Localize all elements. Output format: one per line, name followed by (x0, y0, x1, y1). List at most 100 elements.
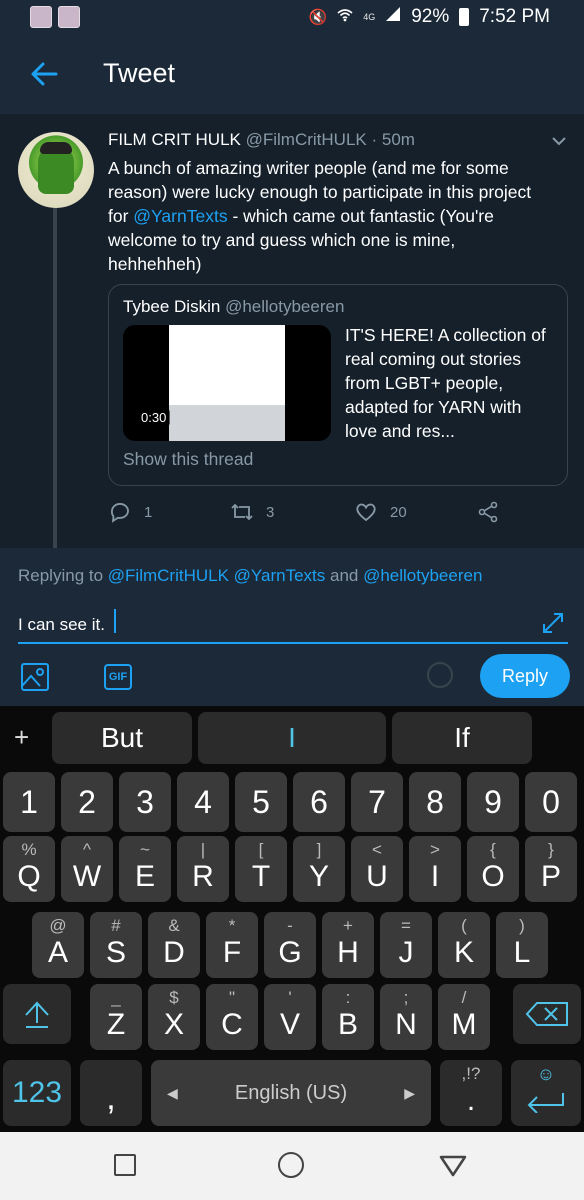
letter-key-b[interactable]: :B (322, 984, 374, 1050)
video-phone-screen (169, 325, 285, 441)
share-action[interactable] (476, 500, 500, 524)
key-secondary-label: & (168, 916, 180, 935)
suggestion-left[interactable]: But (52, 712, 192, 764)
show-thread-link[interactable]: Show this thread (123, 449, 253, 470)
shift-key[interactable] (3, 984, 71, 1044)
image-icon[interactable] (20, 662, 50, 692)
number-key-8[interactable]: 8 (409, 772, 461, 832)
key-secondary-label: @ (49, 916, 67, 935)
letter-key-a[interactable]: @ A (32, 912, 84, 978)
letter-key-q[interactable]: % Q (3, 836, 55, 902)
letter-key-y[interactable]: ] Y (293, 836, 345, 902)
like-action[interactable]: 20 (354, 500, 407, 524)
video-duration: 0:30 (137, 409, 171, 426)
replying-mention[interactable]: @FilmCritHULK (108, 566, 229, 585)
replying-and: and (325, 566, 364, 585)
retweet-action[interactable]: 3 (230, 500, 274, 524)
back-triangle-icon[interactable] (438, 1154, 468, 1178)
letter-key-e[interactable]: ~ E (119, 836, 171, 902)
quoted-tweet-header: Tybee Diskin @hellotybeeren (123, 297, 344, 317)
number-key-6[interactable]: 6 (293, 772, 345, 832)
tweet-card[interactable]: FILM CRIT HULK @FilmCritHULK · 50m A bun… (0, 114, 584, 548)
key-secondary-label: [ (258, 840, 264, 859)
keyboard: + But I If 1 2 3 4 5 6 7 8 9 0% Q ^ W ~ E | R[T] Y < U > I{O}… (0, 706, 584, 1132)
letter-key-j[interactable]: = J (380, 912, 432, 978)
key-label: Q (17, 860, 41, 893)
notification-icons (30, 6, 80, 28)
key-secondary-label: / (461, 988, 467, 1007)
reply-action[interactable]: 1 (108, 500, 152, 524)
number-key-4[interactable]: 4 (177, 772, 229, 832)
letter-key-n[interactable]: ; N (380, 984, 432, 1050)
key-secondary-label: $ (169, 988, 179, 1007)
letter-key-x[interactable]: $ X (148, 984, 200, 1050)
number-key-9[interactable]: 9 (467, 772, 519, 832)
home-icon[interactable] (278, 1152, 304, 1178)
status-indicators: 🔇 4G 92% 7:52 PM (309, 6, 551, 28)
number-key-5[interactable]: 5 (235, 772, 287, 832)
letter-key-i[interactable]: > I (409, 836, 461, 902)
number-key-2[interactable]: 2 (61, 772, 113, 832)
space-key[interactable]: ◀ English (US) ▶ (151, 1060, 431, 1126)
author-handle[interactable]: @FilmCritHULK (246, 130, 367, 149)
letter-key-z[interactable]: _ Z (90, 984, 142, 1050)
letter-key-m[interactable]: / M (438, 984, 490, 1050)
keyboard-plus-icon[interactable]: + (14, 722, 29, 753)
replying-mention[interactable]: @YarnTexts (234, 566, 326, 585)
number-key-1[interactable]: 1 (3, 772, 55, 832)
key-label: K (453, 936, 474, 969)
suggestion-right[interactable]: If (392, 712, 532, 764)
key-secondary-label: # (111, 916, 121, 935)
letter-key-d[interactable]: & D (148, 912, 200, 978)
suggestion-middle[interactable]: I (198, 712, 386, 764)
letter-key-r[interactable]: | R (177, 836, 229, 902)
key-label: 1 (20, 783, 38, 820)
tweet-mention-link[interactable]: @YarnTexts (133, 206, 227, 226)
author-name[interactable]: FILM CRIT HULK (108, 130, 241, 149)
letter-key-c[interactable]: " C (206, 984, 258, 1050)
quoted-author-name: Tybee Diskin (123, 297, 221, 316)
number-key-0[interactable]: 0 (525, 772, 577, 832)
letter-key-k[interactable]: (K (438, 912, 490, 978)
heart-icon (356, 503, 376, 522)
expand-icon[interactable] (540, 610, 566, 636)
replying-mention[interactable]: @hellotybeeren (363, 566, 482, 585)
letter-key-w[interactable]: ^ W (61, 836, 113, 902)
reply-input[interactable] (18, 610, 566, 640)
back-arrow-icon[interactable] (26, 56, 62, 92)
key-label: R (192, 860, 214, 893)
avatar[interactable] (18, 132, 94, 208)
letter-key-l[interactable]: ) L (496, 912, 548, 978)
letter-key-h[interactable]: + H (322, 912, 374, 978)
video-thumbnail[interactable]: 0:30 (123, 325, 331, 441)
letter-key-v[interactable]: ' V (264, 984, 316, 1050)
enter-arrow-icon (527, 1093, 564, 1113)
reply-button[interactable]: Reply (480, 654, 570, 698)
letter-key-s[interactable]: # S (90, 912, 142, 978)
gif-button[interactable]: GIF (104, 664, 132, 690)
reply-count: 1 (144, 503, 153, 521)
letter-key-o[interactable]: {O (467, 836, 519, 902)
key-label: G (278, 936, 302, 969)
key-label: J (398, 936, 414, 969)
key-secondary-label: _ (111, 988, 121, 1007)
letter-key-g[interactable]: -G (264, 912, 316, 978)
enter-key[interactable]: ☺ (511, 1060, 581, 1126)
period-key[interactable]: ,!? . (440, 1060, 502, 1126)
quoted-tweet[interactable]: Tybee Diskin @hellotybeeren 0:30 IT'S HE… (108, 284, 568, 486)
letter-key-f[interactable]: * F (206, 912, 258, 978)
number-key-7[interactable]: 7 (351, 772, 403, 832)
symbols-key[interactable]: 123 (3, 1060, 71, 1126)
key-secondary-label: ; (403, 988, 409, 1007)
letter-key-t[interactable]: [T (235, 836, 287, 902)
number-key-3[interactable]: 3 (119, 772, 171, 832)
recent-apps-icon[interactable] (114, 1154, 136, 1176)
key-label: U (366, 860, 388, 893)
hulk-hair-icon (40, 142, 72, 154)
backspace-key[interactable] (513, 984, 581, 1044)
letter-key-u[interactable]: < U (351, 836, 403, 902)
key-label: D (163, 936, 185, 969)
letter-key-p[interactable]: } P (525, 836, 577, 902)
comma-key[interactable]: , (80, 1060, 142, 1126)
chevron-down-icon[interactable] (550, 134, 568, 148)
